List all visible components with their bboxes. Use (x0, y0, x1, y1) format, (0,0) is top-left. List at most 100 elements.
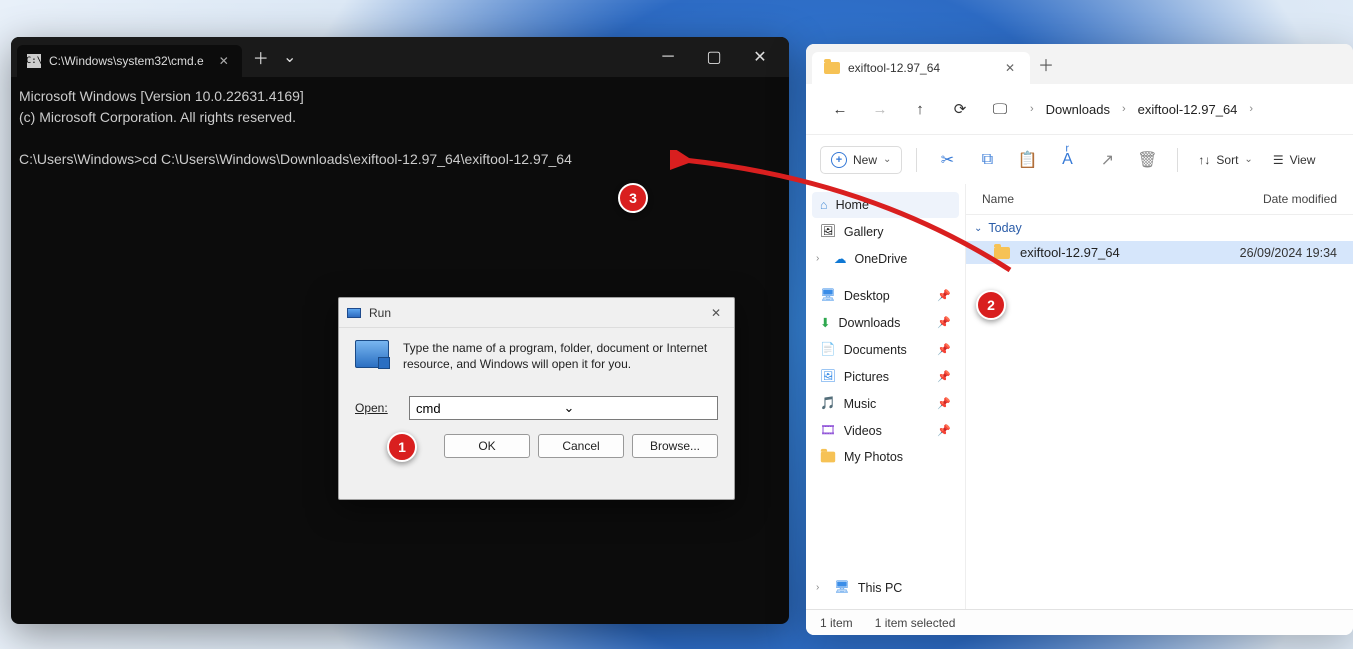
explorer-window: exiftool-12.97_64 ✕ ＋ ← → ↑ ⟳ 🖵 › Downlo… (806, 44, 1353, 635)
close-icon[interactable]: ✕ (1002, 60, 1018, 76)
column-headers: Name Date modified (966, 184, 1353, 215)
new-label: New (853, 153, 877, 167)
run-input-value: cmd (416, 401, 564, 416)
chevron-down-icon[interactable]: ⌄ (564, 400, 712, 416)
status-bar: 1 item 1 item selected (806, 609, 1353, 635)
chevron-down-icon: ⌄ (974, 223, 982, 234)
chevron-down-icon: ⌄ (883, 154, 891, 165)
terminal-tab[interactable]: C:\ C:\Windows\system32\cmd.e ✕ (17, 45, 242, 77)
new-tab-button[interactable]: ＋ (244, 41, 278, 73)
new-button[interactable]: + New ⌄ (820, 146, 902, 174)
chevron-right-icon: › (1030, 103, 1034, 115)
pin-icon: 📌 (937, 289, 951, 302)
group-today[interactable]: ⌄ Today (966, 215, 1353, 241)
sidebar-item-gallery[interactable]: 🖼Gallery (812, 218, 959, 245)
col-name[interactable]: Name (982, 192, 1263, 206)
documents-icon: 📄 (820, 342, 836, 357)
sidebar-item-onedrive[interactable]: ›☁OneDrive (812, 245, 959, 272)
maximize-button[interactable]: ▢ (691, 37, 737, 77)
chevron-right-icon: › (816, 582, 826, 593)
run-titlebar: Run ✕ (339, 298, 734, 328)
folder-icon (824, 62, 840, 74)
explorer-nav: ← → ↑ ⟳ 🖵 › Downloads › exiftool-12.97_6… (806, 84, 1353, 134)
sidebar-item-home[interactable]: ⌂Home (812, 192, 959, 218)
status-selected: 1 item selected (875, 616, 956, 630)
browse-button[interactable]: Browse... (632, 434, 718, 458)
sidebar-item-music[interactable]: 🎵Music📌 (812, 390, 959, 417)
folder-icon (994, 247, 1010, 259)
breadcrumb-item[interactable]: Downloads (1046, 102, 1110, 117)
run-input-row: Open: cmd ⌄ (339, 396, 734, 420)
file-row[interactable]: exiftool-12.97_64 26/09/2024 19:34 (966, 241, 1353, 264)
pictures-icon: 🖼 (820, 369, 836, 384)
desktop-icon: 🖥 (820, 288, 836, 303)
file-pane: Name Date modified ⌄ Today exiftool-12.9… (966, 184, 1353, 609)
tab-dropdown-icon[interactable]: ⌄ (278, 41, 302, 73)
chevron-right-icon: › (1249, 103, 1253, 115)
run-title: Run (369, 306, 391, 320)
run-content: Type the name of a program, folder, docu… (339, 328, 734, 384)
close-icon[interactable]: ✕ (706, 303, 726, 323)
onedrive-icon: ☁ (834, 251, 847, 266)
ok-button[interactable]: OK (444, 434, 530, 458)
divider (916, 148, 917, 172)
step-badge-3: 3 (618, 183, 648, 213)
terminal-line: (c) Microsoft Corporation. All rights re… (19, 109, 296, 125)
breadcrumb: › Downloads › exiftool-12.97_64 › (1030, 102, 1253, 117)
chevron-down-icon: ⌄ (1244, 154, 1252, 165)
sidebar-item-desktop[interactable]: 🖥Desktop📌 (812, 282, 959, 309)
refresh-button[interactable]: ⟳ (942, 91, 978, 127)
explorer-tab[interactable]: exiftool-12.97_64 ✕ (812, 52, 1030, 84)
breadcrumb-item[interactable]: exiftool-12.97_64 (1138, 102, 1238, 117)
cut-icon[interactable]: ✂ (931, 144, 963, 176)
close-icon[interactable]: ✕ (216, 53, 232, 69)
new-tab-button[interactable]: ＋ (1030, 48, 1062, 80)
delete-icon[interactable]: 🗑 (1131, 144, 1163, 176)
pc-icon[interactable]: 🖵 (982, 91, 1018, 127)
terminal-titlebar: C:\ C:\Windows\system32\cmd.e ✕ ＋ ⌄ ─ ▢ … (11, 37, 789, 77)
sidebar-item-myphotos[interactable]: My Photos (812, 444, 959, 470)
gallery-icon: 🖼 (820, 224, 836, 239)
terminal-body[interactable]: Microsoft Windows [Version 10.0.22631.41… (11, 77, 789, 181)
home-icon: ⌂ (820, 198, 828, 212)
up-button[interactable]: ↑ (902, 91, 938, 127)
view-icon: ☰ (1273, 153, 1284, 167)
explorer-tabs: exiftool-12.97_64 ✕ ＋ (806, 44, 1353, 84)
close-button[interactable]: ✕ (737, 37, 783, 77)
sidebar-item-pictures[interactable]: 🖼Pictures📌 (812, 363, 959, 390)
step-badge-2: 2 (976, 290, 1006, 320)
sidebar-item-documents[interactable]: 📄Documents📌 (812, 336, 959, 363)
run-app-icon (355, 340, 389, 368)
run-icon (347, 308, 361, 318)
paste-icon[interactable]: 📋 (1011, 144, 1043, 176)
run-input[interactable]: cmd ⌄ (409, 396, 718, 420)
chevron-right-icon: › (816, 253, 826, 264)
step-badge-1: 1 (387, 432, 417, 462)
share-icon[interactable]: ↗ (1091, 144, 1123, 176)
pin-icon: 📌 (937, 397, 951, 410)
downloads-icon: ⬇ (820, 315, 830, 330)
copy-icon[interactable]: ⧉ (971, 144, 1003, 176)
run-description: Type the name of a program, folder, docu… (403, 340, 718, 372)
cmd-icon: C:\ (27, 54, 41, 68)
back-button[interactable]: ← (822, 91, 858, 127)
rename-icon[interactable]: Aͬ (1051, 144, 1083, 176)
music-icon: 🎵 (820, 396, 836, 411)
terminal-tab-title: C:\Windows\system32\cmd.e (49, 54, 204, 68)
sort-button[interactable]: ↑↓ Sort ⌄ (1192, 149, 1258, 171)
plus-icon: + (831, 152, 847, 168)
cancel-button[interactable]: Cancel (538, 434, 624, 458)
col-date[interactable]: Date modified (1263, 192, 1337, 206)
file-date: 26/09/2024 19:34 (1240, 246, 1337, 260)
videos-icon: 🎞 (820, 423, 836, 438)
window-controls: ─ ▢ ✕ (645, 37, 783, 77)
sidebar-item-videos[interactable]: 🎞Videos📌 (812, 417, 959, 444)
sidebar-item-thispc[interactable]: ›🖥This PC (812, 574, 959, 601)
explorer-tab-title: exiftool-12.97_64 (848, 61, 940, 75)
divider (1177, 148, 1178, 172)
forward-button[interactable]: → (862, 91, 898, 127)
minimize-button[interactable]: ─ (645, 37, 691, 77)
sidebar-item-downloads[interactable]: ⬇Downloads📌 (812, 309, 959, 336)
view-button[interactable]: ☰ View (1267, 149, 1322, 171)
pin-icon: 📌 (937, 370, 951, 383)
